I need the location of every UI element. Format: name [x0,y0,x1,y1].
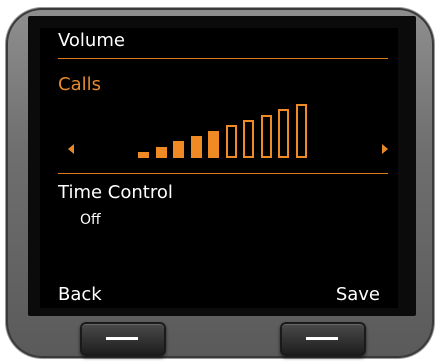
display-screen: Volume Calls Time Control Off Back Save [40,28,398,308]
softkey-save-label: Save [335,284,380,305]
title-divider [58,58,388,59]
time-control-value: Off [80,212,101,228]
left-softkey-button[interactable] [80,322,166,356]
softkey-back-label: Back [58,284,102,305]
volume-slider[interactable] [138,100,338,158]
volume-bar[interactable] [295,104,307,158]
page-title: Volume [58,30,125,51]
softkey-bar: Back Save [40,284,398,308]
right-softkey-button[interactable] [280,322,366,356]
volume-bar[interactable] [278,109,289,158]
volume-bar[interactable] [208,130,219,158]
volume-bar[interactable] [190,136,202,158]
section-divider [58,173,388,174]
volume-bar[interactable] [138,152,149,158]
volume-bar[interactable] [260,114,272,158]
minus-icon [106,337,138,340]
volume-bar[interactable] [225,125,237,158]
minus-icon [306,337,338,340]
volume-bar[interactable] [173,141,184,158]
right-arrow-icon[interactable] [382,144,388,154]
volume-bar[interactable] [243,120,254,158]
time-control-label[interactable]: Time Control [58,182,173,203]
volume-bar[interactable] [155,146,167,158]
section-label-calls: Calls [58,74,101,95]
left-arrow-icon[interactable] [68,144,74,154]
